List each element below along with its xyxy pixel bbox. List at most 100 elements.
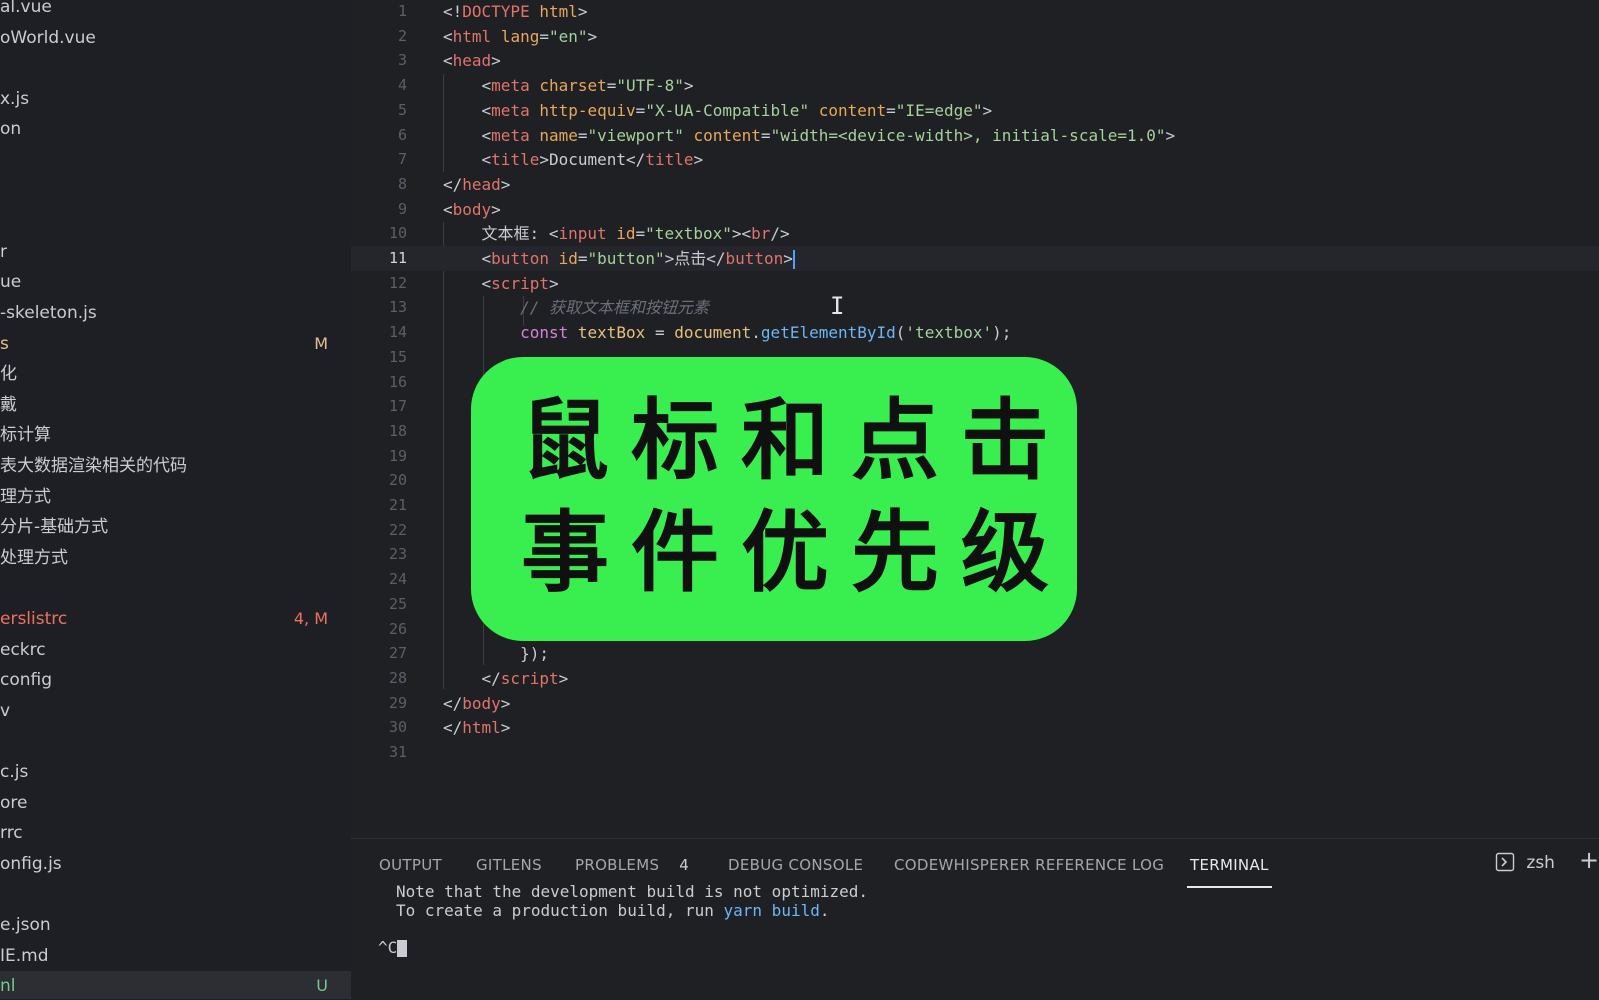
code-token: title — [491, 150, 540, 170]
code-token: html — [452, 26, 492, 46]
new-terminal-plus-icon[interactable]: + — [1579, 846, 1599, 874]
code-token: < — [443, 76, 492, 96]
sidebar-file-item[interactable]: IE.md — [0, 941, 351, 971]
code-token: document — [674, 323, 752, 343]
code-line[interactable]: 5 <meta http-equiv="X-UA-Compatible" con… — [351, 98, 1599, 123]
git-status-badge: M — [314, 333, 328, 353]
sidebar-file-item[interactable]: 分片-基础方式 — [0, 512, 351, 542]
code-token: 文本框: — [443, 224, 549, 244]
code-text: </html> — [443, 715, 510, 740]
code-text: // 获取文本框和按钮元素 — [443, 295, 709, 320]
sidebar-file-item[interactable]: 处理方式 — [0, 543, 351, 573]
code-line[interactable]: 8 </head> — [351, 172, 1599, 197]
file-name: erslistrc — [0, 609, 68, 629]
sidebar-file-item[interactable]: v — [0, 696, 351, 726]
code-token: lang — [500, 26, 540, 46]
terminal-shell-selector[interactable]: zsh — [1495, 852, 1555, 873]
code-token: charset — [539, 76, 607, 96]
sidebar-file-item[interactable]: 化 — [0, 359, 351, 389]
sidebar-file-item[interactable]: e.json — [0, 910, 351, 940]
code-token: </ — [443, 174, 463, 194]
file-name: e.json — [0, 915, 51, 935]
file-name: IE.md — [0, 945, 49, 966]
code-line[interactable]: 3 <head> — [351, 48, 1599, 73]
line-number: 11 — [388, 249, 407, 267]
sidebar-file-item[interactable]: 理方式 — [0, 482, 351, 512]
sidebar-file-item[interactable]: erslistrc 4, M — [0, 604, 351, 634]
code-line[interactable]: 7 <title>Document</title> — [351, 147, 1599, 172]
git-status-badge: U — [316, 976, 328, 996]
line-number: 1 — [397, 2, 407, 20]
code-token: "UTF-8" — [616, 76, 684, 96]
overlay-title-line-1: 鼠标和点击 — [521, 388, 1072, 492]
file-name: 表大数据渲染相关的代码 — [0, 456, 187, 476]
sidebar-file-item[interactable]: c.js — [0, 757, 351, 787]
sidebar-file-item[interactable]: rrc — [0, 818, 351, 848]
sidebar-file-item[interactable]: ue — [0, 267, 351, 297]
code-token: html — [462, 718, 501, 738]
code-token: = — [577, 249, 588, 268]
code-line[interactable]: 14 const textBox = document.getElementBy… — [351, 320, 1599, 345]
explorer-sidebar: al.vue oWorld.vue x.js on r ue -skeleton.js s M 化… — [0, 0, 351, 999]
line-number: 23 — [388, 545, 407, 564]
sidebar-file-item[interactable]: -skeleton.js — [0, 298, 351, 328]
code-token: > — [982, 100, 993, 120]
code-line[interactable]: 29 </body> — [351, 691, 1599, 716]
code-line[interactable]: 9 <body> — [351, 197, 1599, 222]
sidebar-file-item[interactable] — [0, 879, 351, 909]
code-line[interactable]: 28 </script> — [351, 666, 1599, 691]
code-line[interactable]: 30 </html> — [351, 715, 1599, 740]
terminal-prompt[interactable]: ^C — [378, 938, 408, 957]
sidebar-file-item[interactable] — [0, 53, 351, 83]
sidebar-file-item[interactable] — [0, 145, 351, 175]
code-line[interactable]: 11 <button id="button">点击</button> — [351, 246, 1599, 271]
tab-codewhisperer-reference-log[interactable]: CODEWHISPERER REFERENCE LOG — [894, 856, 1164, 886]
sidebar-file-item[interactable]: nl U — [0, 971, 351, 999]
code-line[interactable]: 2 <html lang="en"> — [351, 24, 1599, 49]
code-line[interactable]: 31 — [351, 740, 1599, 765]
file-name: r — [0, 241, 7, 262]
file-name: 标计算 — [0, 425, 51, 446]
file-name: s — [0, 333, 9, 354]
code-token: br — [751, 224, 771, 244]
sidebar-file-item[interactable]: al.vue — [0, 0, 351, 22]
sidebar-file-item[interactable]: 标计算 — [0, 420, 351, 450]
sidebar-file-item[interactable] — [0, 573, 351, 603]
code-line[interactable]: 27 }); — [351, 641, 1599, 666]
code-token: title — [645, 150, 694, 170]
code-token: > — [539, 150, 549, 170]
problems-count-badge: 4 — [679, 856, 690, 874]
code-text: </head> — [443, 172, 510, 197]
code-line[interactable]: 6 <meta name="viewport" content="width=<… — [351, 123, 1599, 148]
sidebar-file-item[interactable]: on — [0, 114, 351, 144]
code-line[interactable]: 12 <script> — [351, 271, 1599, 296]
code-token: html — [539, 2, 578, 21]
sidebar-file-item[interactable]: 表大数据渲染相关的代码 — [0, 451, 351, 481]
code-line[interactable]: 4 <meta charset="UTF-8"> — [351, 73, 1599, 98]
sidebar-file-item[interactable]: oWorld.vue — [0, 23, 351, 53]
line-number: 28 — [388, 668, 407, 687]
code-line[interactable]: 13 // 获取文本框和按钮元素 — [351, 295, 1599, 320]
sidebar-file-item[interactable]: r — [0, 237, 351, 267]
sidebar-file-item[interactable]: config — [0, 665, 351, 695]
sidebar-file-item[interactable]: sM — [0, 329, 351, 359]
terminal-prompt-text: ^C — [378, 938, 398, 957]
code-token: > — [491, 51, 501, 71]
text-cursor-icon: I — [830, 292, 845, 320]
code-line[interactable]: 1 <!DOCTYPE html> — [351, 0, 1599, 24]
tab-terminal[interactable]: TERMINAL — [1187, 856, 1272, 888]
code-token: "button" — [587, 249, 665, 268]
sidebar-file-item[interactable] — [0, 726, 351, 756]
file-name: oWorld.vue — [0, 27, 96, 48]
sidebar-file-item[interactable]: eckrc — [0, 635, 351, 665]
sidebar-file-item[interactable]: x.js — [0, 84, 351, 114]
sidebar-file-item[interactable]: 戴 — [0, 390, 351, 420]
code-token: </ — [443, 668, 501, 688]
file-name: 戴 — [0, 394, 17, 415]
code-line[interactable]: 10 文本框: <input id="textbox"><br/> — [351, 221, 1599, 246]
sidebar-file-item[interactable] — [0, 206, 351, 236]
code-token: button — [491, 249, 549, 268]
sidebar-file-item[interactable]: onfig.js — [0, 849, 351, 879]
sidebar-file-item[interactable]: ore — [0, 788, 351, 818]
sidebar-file-item[interactable] — [0, 176, 351, 206]
